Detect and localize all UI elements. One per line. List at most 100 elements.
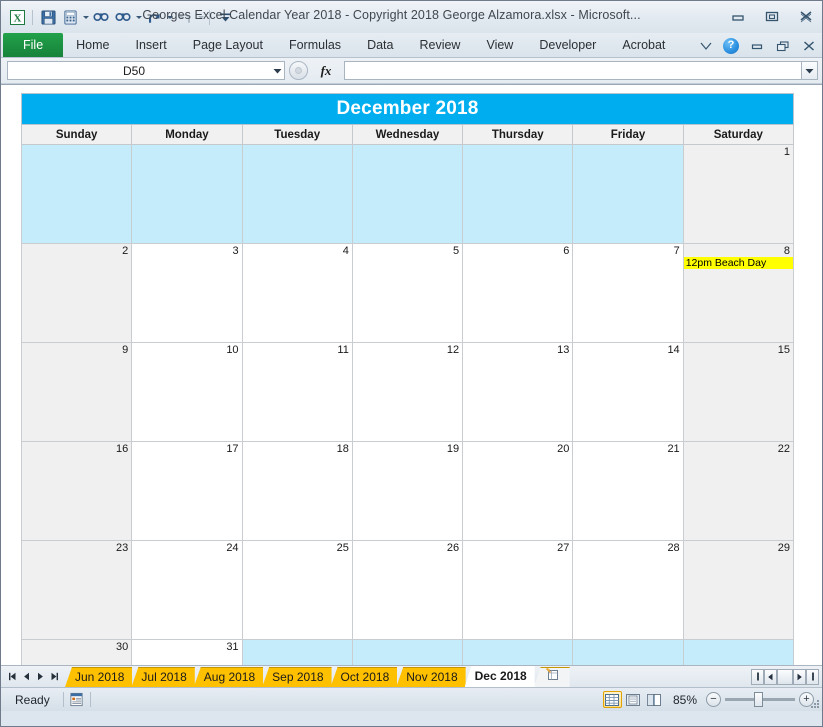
calendar-day-cell[interactable]: 19 [351, 441, 464, 541]
window-minimize-icon[interactable] [748, 37, 765, 54]
formula-bar-toggle-button[interactable] [289, 61, 308, 80]
tab-view[interactable]: View [473, 33, 526, 57]
sheet-tab[interactable]: Dec 2018 [464, 666, 535, 687]
calendar-day-cell[interactable]: 27 [462, 540, 574, 640]
close-button[interactable] [794, 6, 818, 25]
last-sheet-button[interactable] [48, 670, 61, 684]
calendar-day-cell[interactable] [131, 144, 243, 244]
calendar-day-cell[interactable]: 5 [351, 243, 464, 343]
redo-icon[interactable] [175, 7, 195, 27]
insert-worksheet-icon[interactable] [533, 667, 570, 687]
calendar-day-cell[interactable]: 28 [572, 540, 684, 640]
calendar-day-cell[interactable]: 14 [572, 342, 684, 442]
calendar-day-cell[interactable] [20, 144, 133, 244]
sheet-tab[interactable]: Jul 2018 [131, 667, 195, 687]
zoom-slider[interactable]: − + [706, 692, 814, 707]
hscroll-left-edge[interactable] [751, 668, 764, 685]
resize-grip[interactable] [809, 698, 821, 710]
tab-data[interactable]: Data [354, 33, 406, 57]
excel-app-icon[interactable]: X [7, 7, 27, 27]
calendar-day-cell[interactable]: 1 [682, 144, 795, 244]
next-sheet-button[interactable] [34, 670, 47, 684]
calendar-day-cell[interactable]: 3 [131, 243, 243, 343]
formula-input[interactable] [344, 61, 801, 80]
tab-home[interactable]: Home [63, 33, 122, 57]
calendar-day-cell[interactable]: 23 [20, 540, 133, 640]
tab-page-layout[interactable]: Page Layout [180, 33, 276, 57]
normal-view-button[interactable] [602, 691, 622, 708]
customize-qat-icon[interactable] [215, 7, 235, 27]
prev-sheet-button[interactable] [20, 670, 33, 684]
sheet-tab[interactable]: Nov 2018 [396, 667, 466, 687]
calendar-day-cell[interactable]: 11 [241, 342, 353, 442]
calendar-day-cell[interactable] [572, 639, 684, 665]
find-icon[interactable] [91, 7, 111, 27]
calendar-day-cell[interactable]: 30 [20, 639, 133, 665]
hscroll-thumb[interactable] [777, 668, 793, 685]
help-icon[interactable]: ? [723, 37, 739, 54]
minimize-button[interactable] [726, 6, 750, 25]
zoom-level[interactable]: 85% [666, 693, 706, 707]
undo-icon[interactable] [144, 7, 164, 27]
calendar-day-cell[interactable] [682, 639, 795, 665]
calendar-day-cell[interactable]: 25 [241, 540, 353, 640]
page-layout-view-button[interactable] [624, 691, 643, 708]
zoom-out-button[interactable]: − [706, 692, 721, 707]
calendar-day-cell[interactable] [351, 639, 464, 665]
zoom-track[interactable] [725, 692, 795, 707]
save-icon[interactable] [38, 7, 58, 27]
horizontal-scrollbar[interactable] [751, 668, 819, 685]
calendar-day-cell[interactable] [572, 144, 684, 244]
minimize-ribbon-icon[interactable] [697, 37, 714, 54]
redo-dropdown-icon[interactable] [198, 15, 204, 19]
calendar-day-cell[interactable] [462, 144, 574, 244]
calendar-day-cell[interactable]: 17 [131, 441, 243, 541]
sheet-tab[interactable]: Jun 2018 [65, 667, 133, 687]
hscroll-right-edge[interactable] [806, 668, 819, 685]
find-dropdown-icon[interactable] [136, 15, 142, 19]
insert-function-icon[interactable]: fx [308, 63, 344, 79]
calendar-day-cell[interactable] [462, 639, 574, 665]
restore-button[interactable] [760, 6, 784, 25]
calendar-day-cell[interactable]: 29 [682, 540, 795, 640]
calendar-day-cell[interactable]: 15 [682, 342, 795, 442]
hscroll-left-button[interactable] [764, 668, 777, 685]
tab-formulas[interactable]: Formulas [276, 33, 354, 57]
window-restore-icon[interactable] [774, 37, 791, 54]
tab-review[interactable]: Review [406, 33, 473, 57]
calendar-day-cell[interactable]: 18 [241, 441, 353, 541]
tab-acrobat[interactable]: Acrobat [609, 33, 678, 57]
calendar-day-cell[interactable]: 4 [241, 243, 353, 343]
calendar-day-cell[interactable] [241, 639, 353, 665]
calendar-day-cell[interactable]: 22 [682, 441, 795, 541]
calendar-day-cell[interactable]: 2 [20, 243, 133, 343]
expand-formula-bar-icon[interactable] [801, 61, 818, 80]
name-box[interactable]: D50 [7, 61, 285, 80]
calendar-day-cell[interactable]: 20 [462, 441, 574, 541]
calendar-day-cell[interactable]: 16 [20, 441, 133, 541]
calendar-day-cell[interactable] [351, 144, 464, 244]
calendar-day-cell[interactable] [241, 144, 353, 244]
calendar-day-cell[interactable]: 24 [131, 540, 243, 640]
calendar-day-cell[interactable]: 26 [351, 540, 464, 640]
hscroll-right-button[interactable] [793, 668, 806, 685]
calendar-day-cell[interactable]: 7 [572, 243, 684, 343]
sheet-tab[interactable]: Oct 2018 [330, 667, 398, 687]
name-box-dropdown-icon[interactable] [270, 68, 284, 74]
sheet-tab[interactable]: Aug 2018 [193, 667, 264, 687]
calendar-day-cell[interactable]: 8 12pm Beach Day [682, 243, 795, 343]
window-close-icon[interactable] [800, 37, 817, 54]
worksheet-area[interactable]: December 2018 Sunday Monday Tuesday Wedn… [1, 84, 822, 665]
tab-insert[interactable]: Insert [123, 33, 180, 57]
page-break-preview-button[interactable] [645, 691, 664, 708]
calendar-day-cell[interactable]: 13 [462, 342, 574, 442]
zoom-handle[interactable] [754, 692, 763, 707]
find-replace-icon[interactable] [113, 7, 133, 27]
page-info-icon[interactable] [64, 690, 90, 710]
sheet-tab[interactable]: Sep 2018 [262, 667, 332, 687]
calendar-event[interactable]: 12pm Beach Day [683, 257, 793, 269]
tab-file[interactable]: File [3, 33, 64, 57]
calendar-day-cell[interactable]: 31 [131, 639, 243, 665]
calendar-day-cell[interactable]: 9 [20, 342, 133, 442]
calculate-icon[interactable] [60, 7, 80, 27]
